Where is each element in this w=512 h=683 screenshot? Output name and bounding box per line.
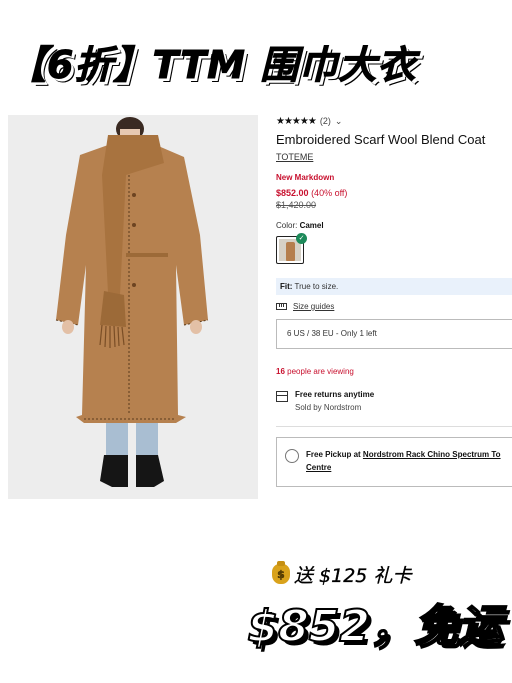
returns-subtitle: Sold by Nordstrom (295, 403, 362, 412)
returns-text: Free returns anytime Sold by Nordstrom (295, 390, 374, 412)
review-count: (2) (319, 116, 331, 126)
ruler-icon (276, 303, 287, 310)
pickup-store-link[interactable]: Nordstrom Rack Chino Spectrum To (363, 450, 501, 459)
money-bag-icon: $ (272, 561, 290, 584)
product-image[interactable] (8, 115, 258, 499)
pickup-radio[interactable] (285, 449, 299, 463)
sale-price: $852.00 (276, 188, 309, 198)
size-guides-link[interactable]: Size guides (276, 302, 512, 311)
returns-title: Free returns anytime (295, 390, 375, 399)
fit-label: Fit: (280, 282, 293, 291)
returns-info: Free returns anytime Sold by Nordstrom (276, 390, 512, 412)
check-icon: ✓ (296, 233, 307, 244)
color-swatch-camel[interactable]: ✓ (276, 233, 307, 264)
fit-value: True to size. (294, 282, 339, 291)
promo-headline: 【6折】TTM 围巾大衣 (8, 43, 417, 88)
pickup-text: Free Pickup at Nordstrom Rack Chino Spec… (306, 448, 501, 486)
viewing-count: 16 (276, 367, 285, 376)
pickup-prefix: Free Pickup at (306, 450, 361, 459)
original-price: $1,420.00 (276, 200, 317, 210)
discount-badge: (40% off) (311, 188, 348, 198)
viewing-notice: 16 people are viewing (276, 367, 512, 376)
product-info-panel: ★★★★★ (2) ⌄ Embroidered Scarf Wool Blend… (276, 114, 512, 510)
brand-link[interactable]: TOTEME (276, 152, 512, 162)
fit-banner: Fit: True to size. (276, 278, 512, 295)
size-guides-label: Size guides (293, 302, 335, 311)
color-value: Camel (299, 221, 324, 230)
product-title: Embroidered Scarf Wool Blend Coat (276, 132, 486, 147)
promo-price-banner: $852，免运 (247, 600, 503, 653)
gift-card-promo: $ 送 $125 礼卡 (272, 560, 412, 588)
chevron-down-icon[interactable]: ⌄ (335, 116, 343, 127)
rating-row[interactable]: ★★★★★ (2) ⌄ (276, 114, 512, 128)
model-coat-illustration (8, 115, 258, 499)
pickup-store-link-cont[interactable]: Centre (306, 463, 331, 472)
markdown-label: New Markdown (276, 173, 335, 182)
swatch-coat-shape (286, 242, 295, 261)
size-select[interactable]: 6 US / 38 EU - Only 1 left (276, 319, 512, 349)
rating-stars-icon: ★★★★★ (276, 115, 317, 127)
price-row: $852.00 (40% off) (276, 188, 512, 198)
package-icon (276, 391, 288, 402)
pickup-option[interactable]: Free Pickup at Nordstrom Rack Chino Spec… (276, 437, 512, 487)
divider (276, 426, 512, 427)
viewing-text: people are viewing (287, 367, 354, 376)
gift-card-text: 送 $125 礼卡 (294, 564, 412, 587)
color-label: Color: (276, 221, 298, 230)
color-row: Color: Camel (276, 221, 512, 230)
